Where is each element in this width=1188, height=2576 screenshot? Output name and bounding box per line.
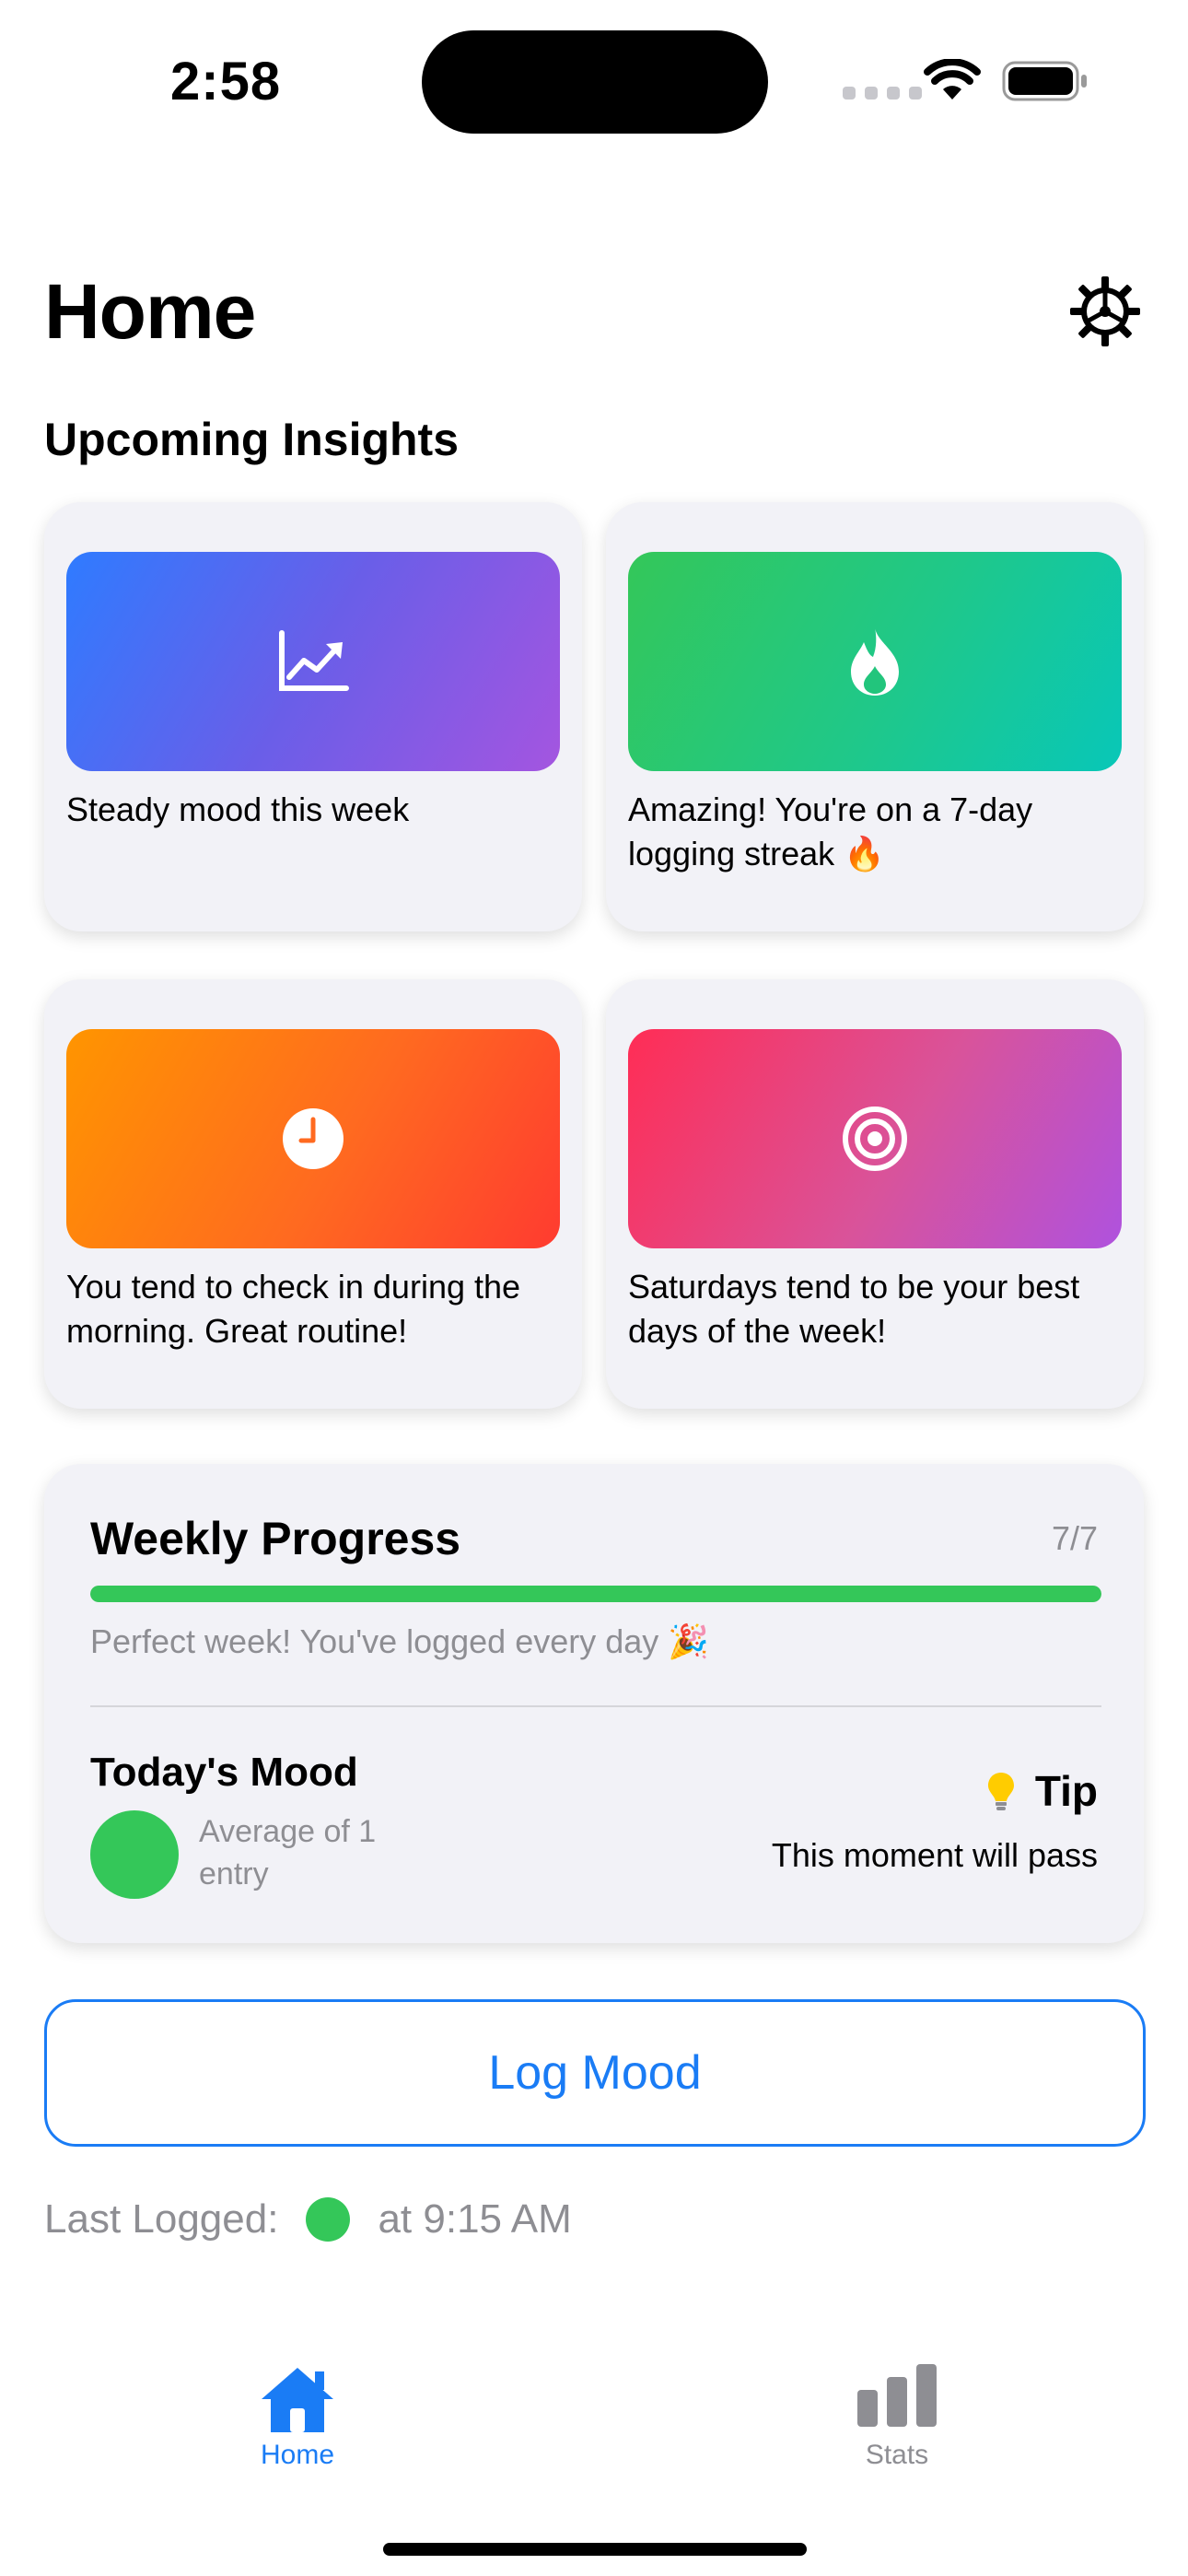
insight-banner — [628, 1029, 1122, 1248]
status-time: 2:58 — [170, 52, 282, 111]
tip-label: Tip — [1034, 1767, 1098, 1815]
cellular-signal-icon — [843, 87, 922, 100]
log-mood-button[interactable]: Log Mood — [44, 1999, 1146, 2147]
insight-banner — [66, 552, 560, 771]
tab-home-label: Home — [260, 2440, 335, 2470]
clock-icon — [283, 1108, 344, 1169]
house-icon — [262, 2368, 333, 2432]
insight-text: You tend to check in during the morning.… — [66, 1268, 521, 1350]
chart-line-up-icon — [279, 630, 349, 691]
page-title: Home — [44, 268, 256, 355]
tip-text: This moment will pass — [771, 1836, 1098, 1874]
tab-home[interactable]: Home — [205, 2364, 390, 2471]
tab-stats-label: Stats — [865, 2440, 929, 2470]
insight-card-streak[interactable]: Amazing! You're on a 7-day logging strea… — [606, 502, 1144, 931]
weekly-progress-bar — [90, 1586, 1101, 1602]
insight-text: Steady mood this week — [66, 790, 410, 828]
insight-card-best-day[interactable]: Saturdays tend to be your best days of t… — [606, 979, 1144, 1409]
settings-gear-icon[interactable] — [1068, 275, 1142, 348]
insight-text: Amazing! You're on a 7-day logging strea… — [628, 790, 1033, 872]
last-logged-time: at 9:15 AM — [378, 2196, 572, 2242]
insight-card-mood-trend[interactable]: Steady mood this week — [44, 502, 582, 931]
home-indicator — [383, 2543, 807, 2556]
weekly-progress-title: Weekly Progress — [90, 1513, 461, 1564]
dynamic-island — [422, 30, 768, 134]
wifi-icon — [924, 59, 981, 100]
insight-banner — [66, 1029, 560, 1248]
todays-mood-title: Today's Mood — [90, 1750, 358, 1795]
flame-icon — [851, 627, 899, 696]
mood-color-indicator — [90, 1810, 179, 1899]
last-mood-dot — [306, 2197, 351, 2242]
tip-header: Tip — [987, 1766, 1098, 1816]
insight-text: Saturdays tend to be your best days of t… — [628, 1268, 1080, 1350]
last-logged-row: Last Logged: at 9:15 AM — [44, 2196, 572, 2242]
weekly-progress-card: Weekly Progress 7/7 Perfect week! You've… — [44, 1464, 1144, 1943]
bar-chart-icon — [857, 2364, 937, 2427]
weekly-progress-fill — [90, 1586, 1101, 1602]
mood-average-text: Average of 1 entry — [199, 1814, 377, 1891]
last-logged-label: Last Logged: — [44, 2196, 279, 2242]
insights-section-title: Upcoming Insights — [44, 414, 459, 465]
lightbulb-icon — [987, 1773, 1014, 1810]
battery-icon — [1002, 61, 1087, 101]
tab-stats[interactable]: Stats — [805, 2364, 989, 2471]
weekly-progress-message: Perfect week! You've logged every day 🎉 — [90, 1622, 710, 1660]
target-icon — [843, 1107, 907, 1171]
divider — [90, 1705, 1101, 1707]
weekly-progress-count: 7/7 — [1051, 1519, 1098, 1557]
insight-banner — [628, 552, 1122, 771]
insight-card-routine[interactable]: You tend to check in during the morning.… — [44, 979, 582, 1409]
